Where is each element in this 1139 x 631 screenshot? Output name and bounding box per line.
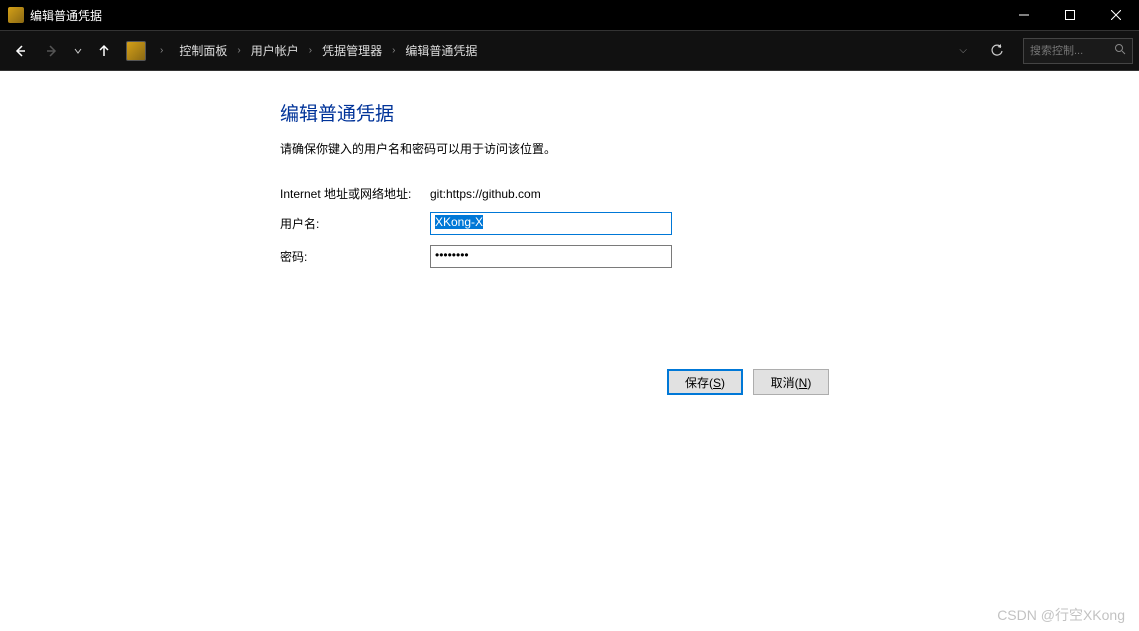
back-button[interactable] <box>6 37 34 65</box>
password-row: 密码: •••••••• <box>280 245 1129 268</box>
minimize-button[interactable] <box>1001 0 1047 30</box>
address-label: Internet 地址或网络地址: <box>280 185 430 202</box>
chevron-right-icon: › <box>154 45 169 56</box>
save-button[interactable]: 保存(S) <box>667 369 743 395</box>
up-button[interactable] <box>90 37 118 65</box>
window-title: 编辑普通凭据 <box>30 7 1001 24</box>
chevron-right-icon: › <box>386 45 401 56</box>
window: 编辑普通凭据 › 控制面板 › <box>0 0 1139 631</box>
breadcrumb[interactable]: 控制面板 › 用户帐户 › 凭据管理器 › 编辑普通凭据 <box>173 40 945 61</box>
navbar: › 控制面板 › 用户帐户 › 凭据管理器 › 编辑普通凭据 ⌵ <box>0 30 1139 70</box>
breadcrumb-item[interactable]: 编辑普通凭据 <box>403 40 479 61</box>
address-row: Internet 地址或网络地址: git:https://github.com <box>280 185 1129 202</box>
username-row: 用户名: XKong-X <box>280 212 1129 235</box>
breadcrumb-item[interactable]: 用户帐户 <box>249 40 301 61</box>
watermark: CSDN @行空XKong <box>997 605 1125 625</box>
app-icon <box>8 7 24 23</box>
page-title: 编辑普通凭据 <box>280 99 1129 126</box>
password-input[interactable]: •••••••• <box>430 245 672 268</box>
maximize-button[interactable] <box>1047 0 1093 30</box>
titlebar: 编辑普通凭据 <box>0 0 1139 30</box>
search-box[interactable] <box>1023 38 1133 64</box>
cancel-button[interactable]: 取消(N) <box>753 369 829 395</box>
chevron-right-icon: › <box>231 45 246 56</box>
forward-button[interactable] <box>38 37 66 65</box>
breadcrumb-item[interactable]: 凭据管理器 <box>320 40 384 61</box>
search-input[interactable] <box>1030 45 1114 57</box>
close-button[interactable] <box>1093 0 1139 30</box>
button-row: 保存(S) 取消(N) <box>667 369 1129 395</box>
address-value: git:https://github.com <box>430 187 541 201</box>
form-panel: 编辑普通凭据 请确保你键入的用户名和密码可以用于访问该位置。 Internet … <box>10 71 1129 621</box>
page-description: 请确保你键入的用户名和密码可以用于访问该位置。 <box>280 140 1129 157</box>
content-area: 编辑普通凭据 请确保你键入的用户名和密码可以用于访问该位置。 Internet … <box>0 70 1139 631</box>
password-label: 密码: <box>280 248 430 265</box>
address-icon <box>126 41 146 61</box>
username-label: 用户名: <box>280 215 430 232</box>
refresh-button[interactable] <box>981 37 1013 65</box>
window-controls <box>1001 0 1139 30</box>
address-dropdown[interactable]: ⌵ <box>949 45 977 56</box>
search-icon[interactable] <box>1114 43 1126 58</box>
breadcrumb-item[interactable]: 控制面板 <box>177 40 229 61</box>
username-input[interactable]: XKong-X <box>430 212 672 235</box>
chevron-right-icon: › <box>303 45 318 56</box>
recent-dropdown[interactable] <box>70 37 86 65</box>
